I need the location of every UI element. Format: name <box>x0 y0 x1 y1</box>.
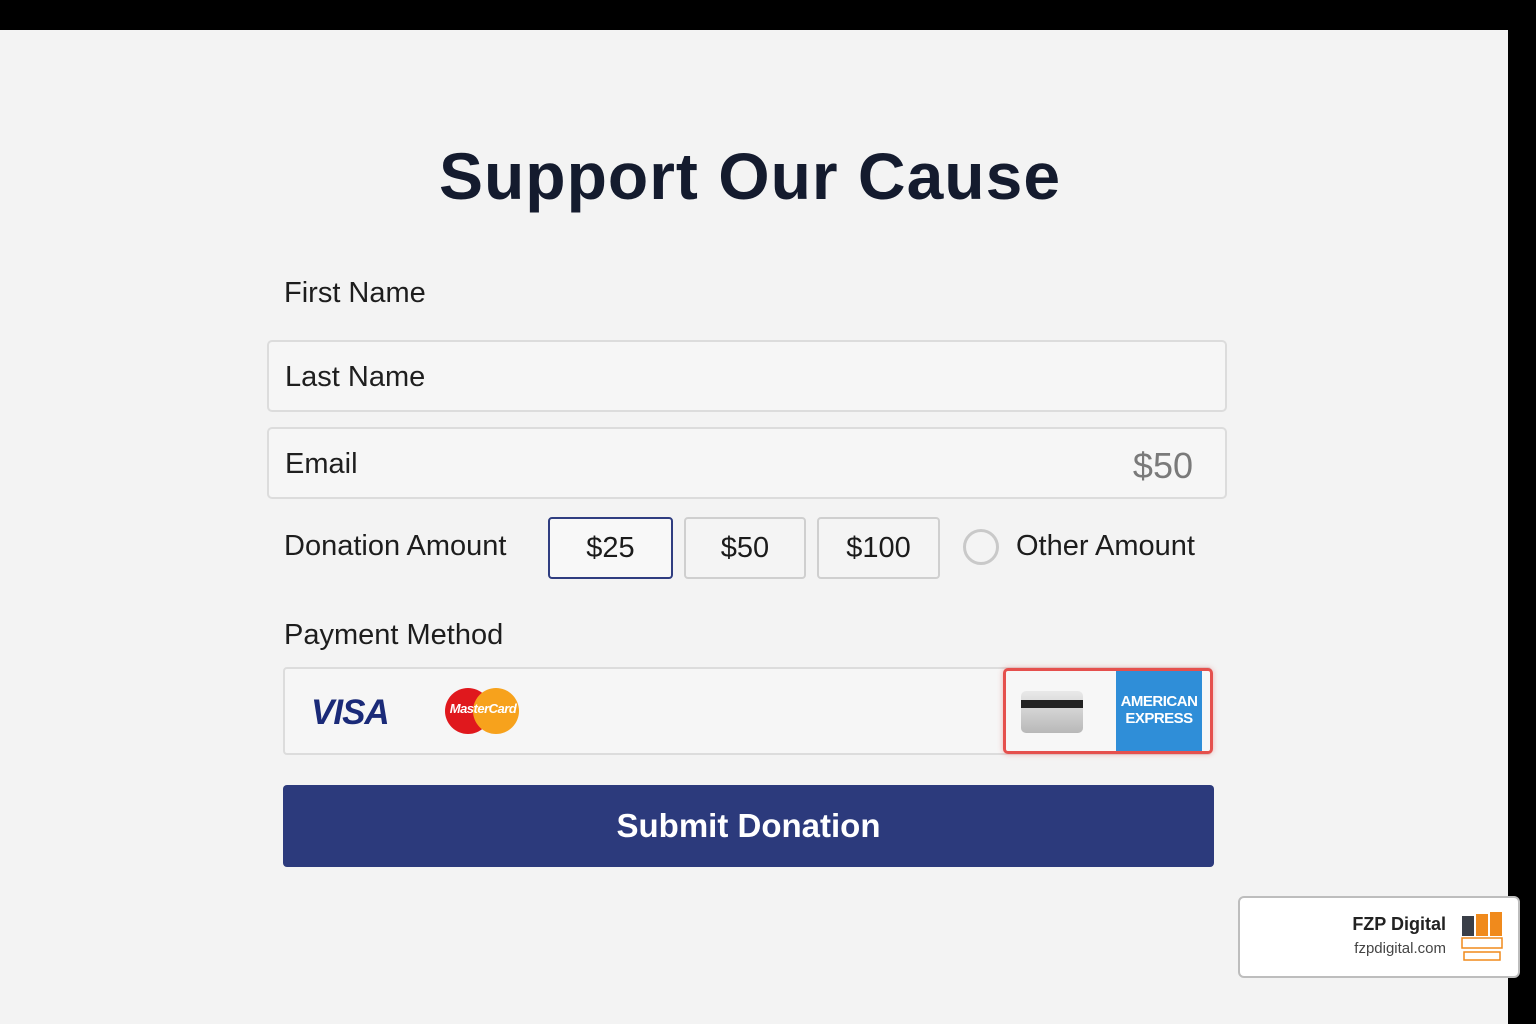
visa-logo[interactable]: VISA <box>311 693 390 733</box>
donation-page: Support Our Cause First Name Last Name E… <box>0 30 1508 1024</box>
brand-name: FZP Digital <box>1352 914 1446 934</box>
payment-method-label: Payment Method <box>284 619 504 651</box>
first-name-label: First Name <box>284 277 426 309</box>
mastercard-text: MasterCard <box>449 701 517 716</box>
amount-button-25[interactable]: $25 <box>548 517 673 579</box>
last-name-placeholder: Last Name <box>285 361 426 393</box>
amex-text-line2: EXPRESS <box>1125 710 1193 727</box>
brand-watermark: FZP Digital fzpdigital.com <box>1238 896 1520 978</box>
email-placeholder: Email <box>285 448 358 480</box>
selected-card-option[interactable]: AMERICAN EXPRESS <box>1003 668 1213 754</box>
amount-button-50[interactable]: $50 <box>684 517 806 579</box>
payment-method-selector: VISA MasterCard AMERICAN EXPRESS <box>283 667 1213 755</box>
amex-text-line1: AMERICAN <box>1120 693 1198 710</box>
page-title: Support Our Cause <box>438 139 1062 213</box>
submit-donation-button[interactable]: Submit Donation <box>283 785 1214 867</box>
email-side-value: $50 <box>1132 445 1193 486</box>
fzp-logo-icon <box>1461 912 1503 961</box>
last-name-input[interactable]: Last Name <box>267 340 1227 412</box>
brand-url: fzpdigital.com <box>1354 940 1446 957</box>
card-stripe <box>1021 700 1083 708</box>
top-black-bar <box>0 0 1536 30</box>
other-amount-radio[interactable] <box>963 529 999 565</box>
donation-amount-label: Donation Amount <box>284 530 507 562</box>
amex-logo: AMERICAN EXPRESS <box>1116 671 1202 751</box>
credit-card-icon <box>1021 691 1083 733</box>
amount-button-100[interactable]: $100 <box>817 517 940 579</box>
right-black-edge <box>1508 0 1536 1024</box>
other-amount-label[interactable]: Other Amount <box>1016 530 1195 563</box>
mastercard-logo[interactable]: MasterCard <box>445 688 521 734</box>
email-input[interactable]: Email $50 <box>267 427 1227 499</box>
